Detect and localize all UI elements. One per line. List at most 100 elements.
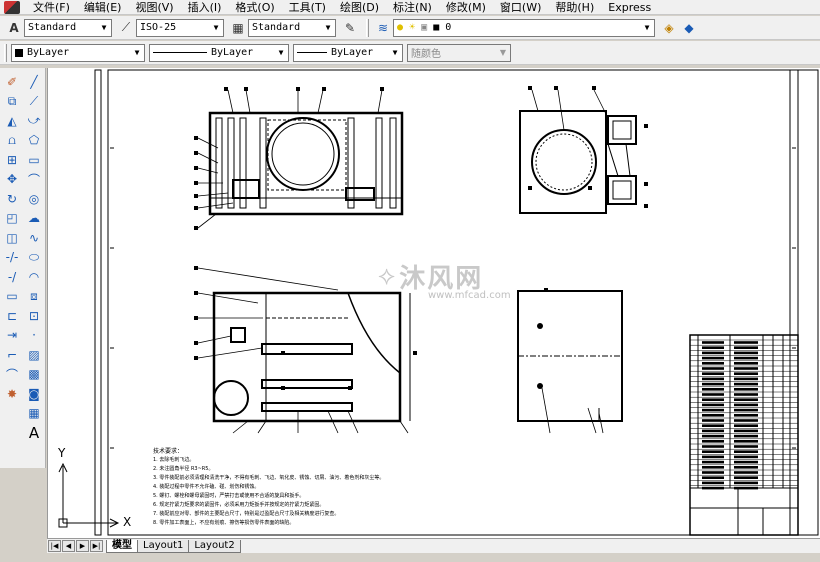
menu-file[interactable]: 文件(F) [26, 0, 77, 15]
title-block-cell [734, 398, 758, 401]
notes-line: 2. 未注圆角半径 R3~R5。 [153, 466, 214, 472]
lock-icon[interactable]: ▣ [421, 22, 427, 33]
title-block-cell [702, 372, 724, 375]
make-current-layer-icon[interactable]: ◈ [659, 18, 679, 38]
tab-layout2[interactable]: Layout2 [188, 539, 241, 553]
ellipse-arc-icon[interactable]: ◠ [24, 267, 44, 287]
mirror-icon[interactable]: ◭ [2, 111, 22, 131]
extend-icon[interactable]: -/ [2, 267, 22, 287]
drawing-canvas[interactable]: Y X ⟡ 沐风网 www.mfcad.com 技术要求： 1. 去除毛刺飞边。… [47, 68, 820, 538]
make-block-icon[interactable]: ⊡ [24, 306, 44, 326]
rectangle-icon[interactable]: ▭ [24, 150, 44, 170]
title-block-cell [702, 388, 724, 391]
title-block-cell [702, 450, 724, 453]
move-icon[interactable]: ✥ [2, 170, 22, 190]
text-style-select[interactable]: Standard ▼ [24, 18, 112, 37]
linetype-select[interactable]: ByLayer ▼ [149, 43, 289, 62]
section-view-marks [537, 288, 548, 389]
fillet-icon[interactable]: ⌒ [2, 365, 22, 385]
array-icon[interactable]: ⊞ [2, 150, 22, 170]
gradient-icon[interactable]: ▩ [24, 365, 44, 385]
trim-icon[interactable]: -/- [2, 248, 22, 268]
lineweight-select[interactable]: ByLayer ▼ [293, 43, 403, 62]
app-icon[interactable] [4, 0, 20, 14]
menu-window[interactable]: 窗口(W) [493, 0, 548, 15]
draw-toolbar: ╱ ⟋ ⤻ ⬠ ▭ ⌒ ◎ ☁ ∿ ⬭ ◠ ⧈ ⊡ · ▨ ▩ ◙ ▦ A [23, 72, 45, 443]
next-tab-icon[interactable]: ▶ [76, 540, 89, 552]
title-block-cell [734, 455, 758, 459]
menu-tools[interactable]: 工具(T) [282, 0, 333, 15]
toolbar-grip[interactable] [4, 43, 7, 62]
ellipse-icon[interactable]: ⬭ [24, 248, 44, 268]
title-block-cell [702, 476, 724, 479]
offset-icon[interactable]: ⩍ [2, 131, 22, 151]
last-tab-icon[interactable]: ▶| [90, 540, 103, 552]
arc-icon[interactable]: ⌒ [24, 170, 44, 190]
layer-manager-icon[interactable]: ≋ [373, 18, 393, 38]
copy-icon[interactable]: ⧉ [2, 92, 22, 112]
revision-cloud-icon[interactable]: ☁ [24, 209, 44, 229]
sun-icon[interactable]: ☀ [409, 22, 415, 33]
menu-draw[interactable]: 绘图(D) [333, 0, 386, 15]
menu-dimension[interactable]: 标注(N) [386, 0, 439, 15]
layer-select[interactable]: ● ☀ ▣ ■ 0 ▼ [393, 18, 655, 37]
menu-help[interactable]: 帮助(H) [548, 0, 601, 15]
title-block-cell [702, 414, 724, 417]
color-swatch-icon[interactable]: ■ [433, 22, 439, 33]
break-icon[interactable]: ⊏ [2, 306, 22, 326]
erase-icon[interactable]: ✐ [2, 72, 22, 92]
menu-express[interactable]: Express [601, 0, 658, 15]
break-at-point-icon[interactable]: ▭ [2, 287, 22, 307]
plot-style-value: 随颜色 [411, 49, 441, 60]
tab-model[interactable]: 模型 [106, 539, 138, 553]
stretch-icon[interactable]: ◫ [2, 228, 22, 248]
prev-tab-icon[interactable]: ◀ [62, 540, 75, 552]
circle-icon[interactable]: ◎ [24, 189, 44, 209]
title-block-cell [734, 434, 758, 438]
rotate-icon[interactable]: ↻ [2, 189, 22, 209]
menu-insert[interactable]: 插入(I) [181, 0, 229, 15]
title-block-cell [734, 429, 758, 433]
join-icon[interactable]: ⇥ [2, 326, 22, 346]
polyline-icon[interactable]: ⤻ [24, 111, 44, 131]
layer-previous-icon[interactable]: ◆ [679, 18, 699, 38]
table-style-select[interactable]: Standard ▼ [248, 18, 336, 37]
multiline-text-icon[interactable]: A [24, 423, 44, 443]
dim-style-icon[interactable]: ⟋ [116, 18, 136, 38]
tab-layout1[interactable]: Layout1 [137, 539, 190, 553]
title-block-cell [734, 466, 758, 469]
section-view [517, 290, 623, 422]
multileader-style-icon[interactable]: ✎ [340, 18, 360, 38]
construction-line-icon[interactable]: ⟋ [24, 92, 44, 112]
first-tab-icon[interactable]: |◀ [48, 540, 61, 552]
hatch-icon[interactable]: ▨ [24, 345, 44, 365]
text-style-icon[interactable]: A [4, 18, 24, 38]
menu-format[interactable]: 格式(O) [228, 0, 281, 15]
menu-view[interactable]: 视图(V) [128, 0, 180, 15]
point-icon[interactable]: · [24, 326, 44, 346]
title-block-cell [702, 460, 724, 464]
toolbar-grip[interactable] [366, 18, 369, 37]
draw-modify-toolbar: ✐ ⧉ ◭ ⩍ ⊞ ✥ ↻ ◰ ◫ -/- -/ ▭ ⊏ ⇥ ⌐ ⌒ ✸ ╱ ⟋… [0, 68, 46, 468]
chevron-down-icon: ▼ [278, 48, 284, 57]
chamfer-icon[interactable]: ⌐ [2, 345, 22, 365]
menu-edit[interactable]: 编辑(E) [77, 0, 129, 15]
menu-modify[interactable]: 修改(M) [439, 0, 493, 15]
dim-style-select[interactable]: ISO-25 ▼ [136, 18, 224, 37]
table-style-icon[interactable]: ▦ [228, 18, 248, 38]
insert-block-icon[interactable]: ⧈ [24, 287, 44, 307]
notes-line: 3. 零件装配前必须清理和清洗干净，不得有毛刺、飞边、氧化皮、锈蚀、切屑、油污、… [153, 475, 385, 481]
spline-icon[interactable]: ∿ [24, 228, 44, 248]
region-icon[interactable]: ◙ [24, 384, 44, 404]
scale-icon[interactable]: ◰ [2, 209, 22, 229]
plot-style-select[interactable]: 随颜色 ▼ [407, 43, 511, 62]
title-block-cell [734, 377, 758, 381]
properties-toolbar: ByLayer ▼ ByLayer ▼ ByLayer ▼ 随颜色 ▼ [0, 41, 820, 65]
explode-icon[interactable]: ✸ [2, 384, 22, 404]
technical-notes: 技术要求： 1. 去除毛刺飞边。 2. 未注圆角半径 R3~R5。 3. 零件装… [153, 447, 384, 528]
line-icon[interactable]: ╱ [24, 72, 44, 92]
table-icon[interactable]: ▦ [24, 404, 44, 424]
light-bulb-icon[interactable]: ● [397, 22, 403, 33]
color-select[interactable]: ByLayer ▼ [11, 43, 145, 62]
polygon-icon[interactable]: ⬠ [24, 131, 44, 151]
